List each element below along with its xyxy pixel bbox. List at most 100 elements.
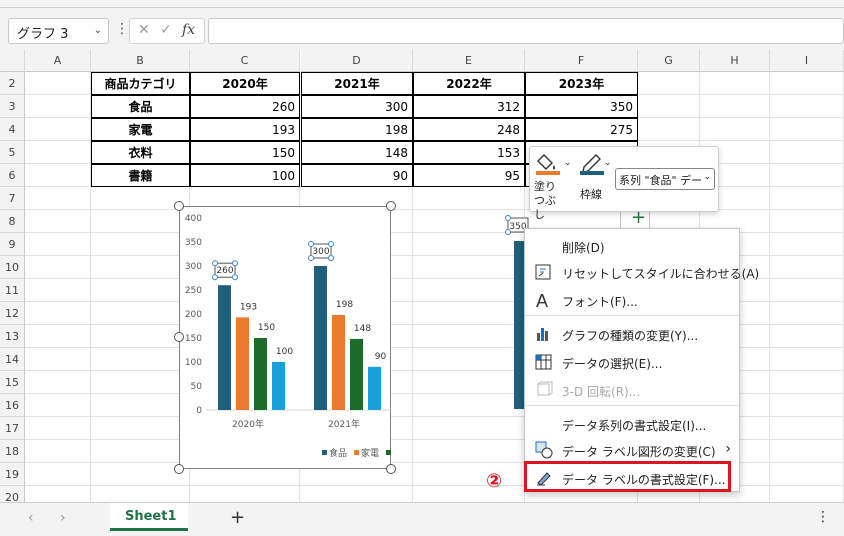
column-header[interactable]: B [91,50,190,72]
label-handle[interactable] [328,241,334,247]
row-header[interactable]: 2 [0,72,25,95]
enter-icon[interactable]: ✓ [160,22,172,38]
resize-handle[interactable] [386,201,396,211]
table-cell[interactable]: 2020年 [190,72,300,95]
bar[interactable] [254,338,267,410]
formula-input[interactable] [208,18,844,44]
resize-handle[interactable] [386,464,396,474]
table-cell[interactable]: 2023年 [525,72,638,95]
row-header[interactable]: 15 [0,371,25,394]
row-header[interactable]: 7 [0,187,25,210]
row-header[interactable]: 11 [0,279,25,302]
bar[interactable] [314,266,327,410]
row-header[interactable]: 8 [0,210,25,233]
menu-item[interactable]: グラフの種類の変更(Y)... [525,321,739,347]
table-cell[interactable]: 350 [525,95,638,118]
cancel-icon[interactable]: ✕ [138,22,150,38]
select-all-corner[interactable] [0,50,25,72]
row-header[interactable]: 5 [0,141,25,164]
row-header[interactable]: 19 [0,463,25,486]
row-header[interactable]: 9 [0,233,25,256]
table-cell[interactable]: 商品カテゴリ [91,72,190,95]
column-header[interactable]: C [190,50,300,72]
row-header[interactable]: 16 [0,394,25,417]
table-cell[interactable]: 300 [301,95,413,118]
table-cell[interactable]: 260 [190,95,300,118]
column-header[interactable]: A [25,50,91,72]
data-label: 90 [375,352,387,362]
menu-item[interactable]: データの選択(E)... [525,349,739,375]
column-header[interactable]: D [301,50,413,72]
more-icon[interactable]: ⋮ [816,509,830,525]
table-cell[interactable]: 2022年 [413,72,525,95]
menu-item[interactable]: データ ラベル図形の変更(C) › [525,437,739,463]
resize-handle[interactable] [174,332,184,342]
column-header[interactable]: I [770,50,844,72]
resize-handle[interactable] [174,201,184,211]
chevron-left-icon[interactable]: ‹ [28,510,34,526]
bar[interactable] [218,285,231,410]
bar[interactable] [350,338,363,410]
sheet-tab-active[interactable]: Sheet1 [110,503,188,531]
table-cell[interactable]: 書籍 [91,164,190,187]
column-header[interactable]: G [638,50,700,72]
table-cell[interactable]: 150 [190,141,300,164]
table-cell[interactable]: 95 [413,164,525,187]
row-header[interactable]: 3 [0,95,25,118]
table-cell[interactable]: 312 [413,95,525,118]
column-header[interactable]: F [525,50,638,72]
table-cell[interactable]: 153 [413,141,525,164]
menu-item[interactable]: 3-D 回転(R)... [525,377,739,403]
add-sheet-button[interactable]: + [230,507,245,528]
table-cell[interactable]: 家電 [91,118,190,141]
menu-item[interactable]: データ系列の書式設定(I)... [525,411,739,437]
bar[interactable] [514,241,524,409]
row-header[interactable]: 10 [0,256,25,279]
table-cell[interactable]: 食品 [91,95,190,118]
row-header[interactable]: 18 [0,440,25,463]
table-cell[interactable]: 198 [301,118,413,141]
more-icon[interactable]: ⋮ [115,21,129,37]
bar[interactable] [236,317,249,410]
row-header[interactable]: 13 [0,325,25,348]
resize-handle[interactable] [174,464,184,474]
bar[interactable] [332,314,345,410]
menu-item-label: データ系列の書式設定(I)... [562,419,707,433]
table-cell[interactable]: 100 [190,164,300,187]
sheet-tab-bar: ‹ › Sheet1 + ⋮ [0,502,844,536]
menu-item[interactable]: 削除(D) [525,233,739,259]
name-box[interactable]: グラフ 3 ⌄ [8,18,109,44]
menu-item[interactable]: A フォント(F)... [525,287,739,313]
row-header[interactable]: 17 [0,417,25,440]
menu-item[interactable]: リセットしてスタイルに合わせる(A) [525,259,759,285]
row-header[interactable]: 4 [0,118,25,141]
label-handle[interactable] [212,260,218,267]
label-handle[interactable] [232,260,238,267]
outline-button[interactable]: ⌄ 枠線 [578,151,614,209]
bar[interactable] [368,366,381,410]
column-header[interactable]: E [413,50,525,72]
table-cell[interactable]: 148 [301,141,413,164]
insert-function-icon[interactable]: fx [182,22,195,38]
chart-elements-button[interactable]: + [620,207,650,230]
table-cell[interactable]: 90 [301,164,413,187]
table-cell[interactable]: 衣料 [91,141,190,164]
row-header[interactable]: 12 [0,302,25,325]
formula-buttons: ✕ ✓ fx [129,18,205,44]
chevron-down-icon[interactable]: ⌄ [94,25,102,36]
label-handle[interactable] [505,215,511,221]
chart-area[interactable]: 400 350 300 250 200 150 100 50 0 260 193 150 100 2020… [179,206,474,469]
fill-button[interactable]: ⌄ 塗りつぶし [534,151,574,221]
series-select[interactable]: 系列 "食品" デー ⌄ [615,168,715,190]
table-cell[interactable]: 248 [413,118,525,141]
row-header[interactable]: 6 [0,164,25,187]
svg-text:A: A [536,291,548,309]
table-cell[interactable]: 2021年 [301,72,413,95]
label-handle[interactable] [308,241,314,247]
chevron-right-icon[interactable]: › [60,510,66,526]
table-cell[interactable]: 275 [525,118,638,141]
row-header[interactable]: 14 [0,348,25,371]
table-cell[interactable]: 193 [190,118,300,141]
column-header[interactable]: H [700,50,770,72]
bar[interactable] [272,362,285,410]
